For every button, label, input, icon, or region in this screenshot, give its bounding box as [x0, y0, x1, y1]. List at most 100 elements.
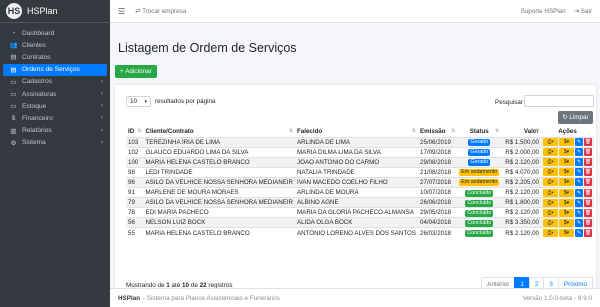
money-dropdown-button[interactable]: $▾ — [559, 218, 574, 227]
edit-button[interactable]: ✎ — [575, 208, 583, 217]
cell-cliente: GLAUCO EDUARDO LIMA DA SILVA — [143, 146, 296, 158]
print-dropdown-button[interactable]: ⎙▾ — [543, 178, 558, 187]
delete-button[interactable]: 🗑 — [584, 178, 592, 187]
delete-button[interactable]: 🗑 — [584, 158, 592, 167]
sidebar-item-clientes[interactable]: 👥 Clientes — [3, 39, 107, 51]
print-dropdown-button[interactable]: ⎙▾ — [543, 218, 558, 227]
cell-id: 103 — [126, 136, 144, 148]
status-badge: Em andamento — [459, 179, 500, 187]
folder-icon: ▭ — [10, 78, 17, 86]
sidebar-item-dashboard[interactable]: ◔ Dashboard — [3, 27, 107, 39]
sidebar-item-label: Ordens de Serviços — [22, 66, 80, 74]
edit-button[interactable]: ✎ — [575, 188, 583, 197]
column-header-cliente[interactable]: Cliente/Contrato ⇅ — [143, 127, 296, 138]
money-dropdown-button[interactable]: $▾ — [559, 178, 574, 187]
print-dropdown-button[interactable]: ⎙▾ — [543, 229, 558, 238]
print-dropdown-button[interactable]: ⎙▾ — [543, 158, 558, 167]
sidebar-item-label: Estoque — [22, 102, 47, 110]
money-dropdown-button[interactable]: $▾ — [559, 168, 574, 177]
status-badge: Concluído — [465, 230, 494, 238]
switch-company-link[interactable]: ⇄ Trocar empresa — [135, 8, 186, 15]
cell-acoes: ⎙▾ $▾ ✎ 🗑 — [541, 227, 594, 238]
sidebar-item-ordens-de-servicos[interactable]: ▤ Ordens de Serviços — [3, 63, 107, 76]
print-dropdown-button[interactable]: ⎙▾ — [543, 188, 558, 197]
delete-button[interactable]: 🗑 — [584, 198, 592, 207]
search-input[interactable] — [524, 95, 594, 107]
sidebar-item-estoque[interactable]: ▭ Estoque ‹ — [3, 100, 107, 112]
column-header-status[interactable]: Status ⇅ — [457, 127, 502, 138]
sidebar-item-financeiro[interactable]: $ Financeiro ‹ — [3, 112, 107, 124]
delete-button[interactable]: 🗑 — [584, 188, 592, 197]
cell-status: Concluído — [457, 217, 502, 228]
table-row: 78 EDI MARIA PACHECO MARIA DA GLORIA PACHE… — [126, 207, 594, 218]
sidebar-item-contratos[interactable]: ▤ Contratos — [3, 51, 107, 63]
page-length-select[interactable]: 10 ▾ — [126, 96, 151, 107]
cell-falecido: ARLINDA DE MOURA — [295, 186, 418, 198]
column-header-falecido[interactable]: Falecido ⇅ — [295, 127, 418, 138]
gear-icon: ⚙ — [10, 139, 17, 147]
support-link[interactable]: Suporte HSPlan — [521, 8, 566, 15]
print-dropdown-button[interactable]: ⎙▾ — [543, 208, 558, 217]
column-header-valor[interactable]: Valor ⇅ — [501, 127, 541, 138]
edit-button[interactable]: ✎ — [575, 148, 583, 157]
cell-falecido: MARIA DILMA LIMA DA SILVA — [295, 146, 418, 158]
cell-emissao: 26/06/2018 — [418, 197, 458, 208]
money-dropdown-button[interactable]: $▾ — [559, 138, 574, 147]
cell-status: Em andamento — [457, 166, 502, 178]
delete-button[interactable]: 🗑 — [584, 218, 592, 227]
cell-id: 55 — [126, 227, 144, 238]
cell-valor: R$ 2.000,00 — [501, 146, 541, 158]
delete-button[interactable]: 🗑 — [584, 208, 592, 217]
column-header-emissao[interactable]: Emissão ⇅ — [418, 127, 458, 138]
menu-toggle-icon[interactable]: ☰ — [118, 7, 125, 16]
edit-button[interactable]: ✎ — [575, 138, 583, 147]
cell-cliente: MARIA HELENA CASTELO BRANCO — [143, 156, 296, 168]
cell-status: Gerado — [457, 136, 502, 148]
status-badge: Gerado — [468, 149, 491, 157]
print-dropdown-button[interactable]: ⎙▾ — [543, 198, 558, 207]
brand[interactable]: HS HSPlan — [0, 0, 110, 23]
edit-button[interactable]: ✎ — [575, 198, 583, 207]
sort-icon: ⇅ — [495, 128, 500, 135]
delete-button[interactable]: 🗑 — [584, 229, 592, 238]
cell-falecido: ALBINO AGNE — [295, 197, 418, 208]
money-dropdown-button[interactable]: $▾ — [559, 208, 574, 217]
cell-falecido: NATALIA TRINDADE — [295, 166, 418, 178]
status-badge: Em andamento — [459, 169, 500, 177]
edit-button[interactable]: ✎ — [575, 218, 583, 227]
print-dropdown-button[interactable]: ⎙▾ — [543, 168, 558, 177]
money-dropdown-button[interactable]: $▾ — [559, 229, 574, 238]
delete-button[interactable]: 🗑 — [584, 138, 592, 147]
edit-button[interactable]: ✎ — [575, 229, 583, 238]
sidebar-item-label: Assinaturas — [22, 90, 57, 98]
print-dropdown-button[interactable]: ⎙▾ — [543, 148, 558, 157]
print-dropdown-button[interactable]: ⎙▾ — [543, 138, 558, 147]
cell-id: 78 — [126, 207, 144, 218]
edit-button[interactable]: ✎ — [575, 178, 583, 187]
clear-button[interactable]: ↻ Limpar — [558, 111, 593, 124]
table-row: 55 MARIA HELENA CASTELO BRANCO ANTONIO LOR… — [126, 227, 594, 238]
cell-valor: R$ 4.070,00 — [501, 166, 541, 178]
cell-status: Concluído — [457, 186, 502, 198]
chevron-left-icon: ‹ — [101, 115, 103, 122]
cell-emissao: 17/09/2018 — [418, 146, 458, 158]
sidebar-item-assinaturas[interactable]: ▭ Assinaturas ‹ — [3, 88, 107, 100]
chevron-left-icon: ‹ — [101, 91, 103, 98]
column-header-id[interactable]: ID ⇅ — [126, 127, 144, 138]
add-button[interactable]: + Adicionar — [115, 65, 157, 78]
logout-link[interactable]: ⇥ Sair — [574, 8, 592, 15]
edit-button[interactable]: ✎ — [575, 168, 583, 177]
sidebar-item-cadastros[interactable]: ▭ Cadastros ‹ — [3, 76, 107, 88]
delete-button[interactable]: 🗑 — [584, 168, 592, 177]
money-dropdown-button[interactable]: $▾ — [559, 158, 574, 167]
cell-falecido: JOAO ANTONIO DO CARMO — [295, 156, 418, 168]
delete-button[interactable]: 🗑 — [584, 148, 592, 157]
sidebar-item-relatorios[interactable]: ▥ Relatórios ‹ — [3, 125, 107, 137]
sidebar-item-sistema[interactable]: ⚙ Sistema ‹ — [3, 137, 107, 149]
money-dropdown-button[interactable]: $▾ — [559, 188, 574, 197]
edit-button[interactable]: ✎ — [575, 158, 583, 167]
money-dropdown-button[interactable]: $▾ — [559, 198, 574, 207]
brand-logo: HS — [6, 3, 22, 19]
money-dropdown-button[interactable]: $▾ — [559, 148, 574, 157]
table-row: 98 LEDI TRINDADE NATALIA TRINDADE 21/08/201… — [126, 166, 594, 178]
